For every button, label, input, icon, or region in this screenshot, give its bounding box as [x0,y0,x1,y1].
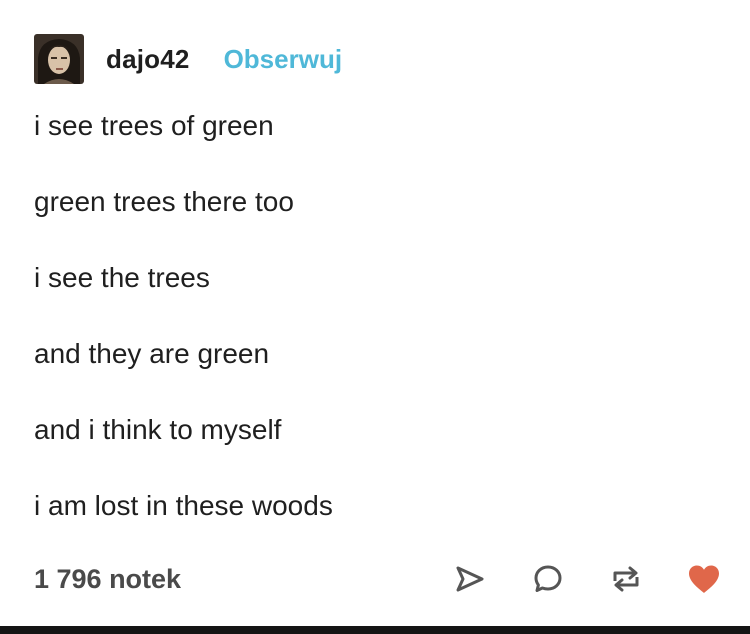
post-body: i see trees of green green trees there t… [34,108,714,564]
post-line: i see the trees [34,262,210,293]
post-actions [450,559,724,599]
tumblr-post: dajo42 Obserwuj i see trees of green gre… [0,0,750,626]
post-line: and i think to myself [34,414,282,445]
post-header: dajo42 Obserwuj [34,34,342,84]
bottom-edge [0,626,750,634]
post-line: i see trees of green [34,110,274,141]
reply-icon [534,565,562,592]
reblog-button[interactable] [606,559,646,599]
avatar[interactable] [34,34,84,84]
follow-button[interactable]: Obserwuj [224,44,342,75]
notes-count[interactable]: 1 796 notek [34,564,181,595]
like-button[interactable] [684,559,724,599]
post-footer: 1 796 notek [34,556,724,602]
share-button[interactable] [450,559,490,599]
reblog-icon [613,566,639,592]
post-line: i am lost in these woods [34,490,333,521]
heart-icon [689,565,719,593]
post-line: and they are green [34,338,270,369]
share-icon [456,566,484,592]
author-name[interactable]: dajo42 [106,44,190,75]
reply-button[interactable] [528,559,568,599]
post-line: green trees there too [34,186,294,217]
